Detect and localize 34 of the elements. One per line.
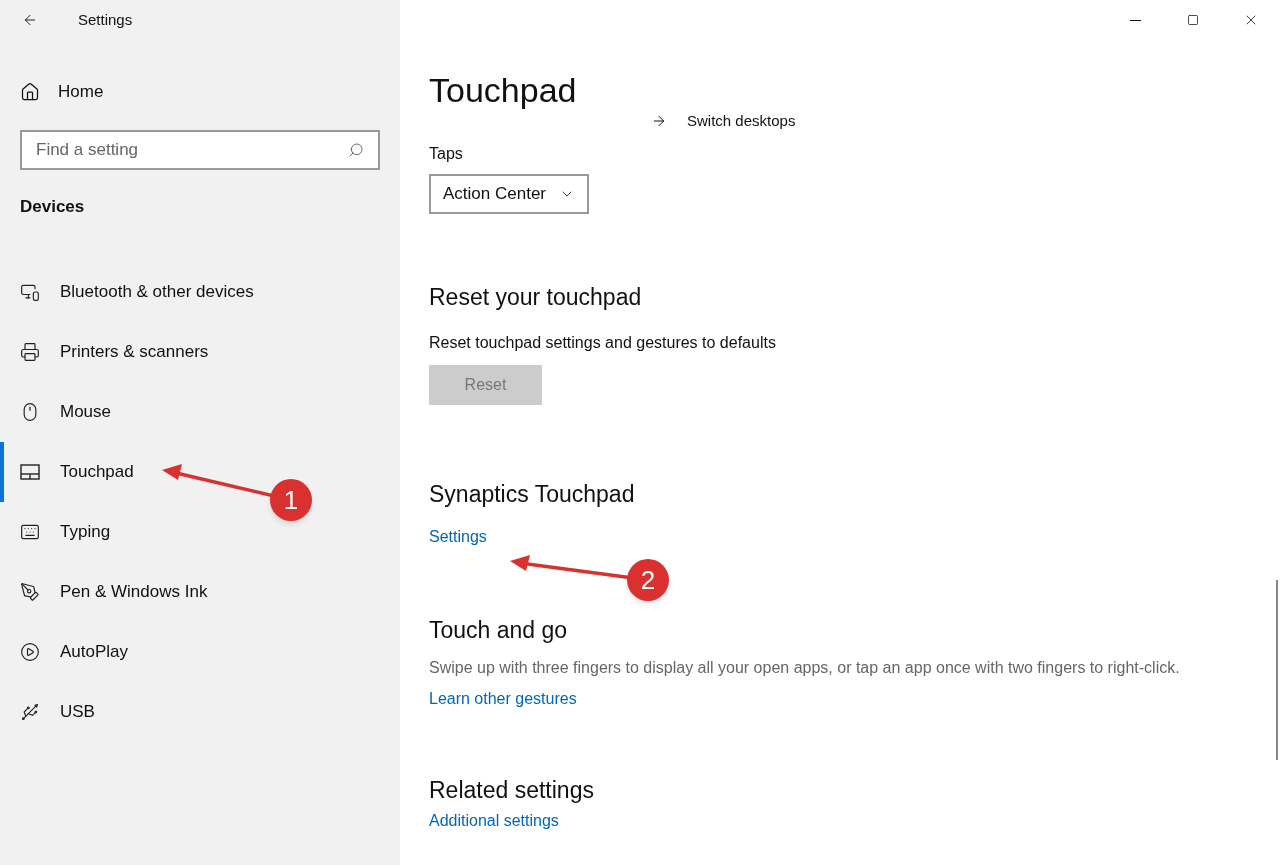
gestures-link[interactable]: Learn other gestures <box>429 686 577 711</box>
section-heading: Related settings <box>429 775 594 805</box>
gesture-label: Switch desktops <box>687 112 796 130</box>
settings-link[interactable]: Settings <box>429 525 487 549</box>
section-heading: Synaptics Touchpad <box>429 479 635 509</box>
nav-item[interactable]: Pen & Windows Ink <box>0 561 400 622</box>
touchpad-icon <box>20 463 40 480</box>
description-text: Swipe up with three fingers to display all your open apps, or tap an app once with two fingers to right-click. <box>429 657 1181 678</box>
section-heading: Touch and go <box>429 616 568 645</box>
nav-item[interactable]: USB <box>0 681 400 742</box>
description-text: Reset touchpad settings and gestures to defaults <box>429 332 776 353</box>
section-heading: Reset your touchpad <box>429 283 642 312</box>
nav-item[interactable]: AutoPlay <box>0 621 400 682</box>
back-arrow-icon <box>22 12 38 28</box>
window-title: Settings <box>78 9 133 30</box>
printer-icon <box>20 341 40 362</box>
additional-settings-link[interactable]: Additional settings <box>429 809 559 833</box>
usb-icon <box>20 701 40 722</box>
taps-label: Taps <box>429 144 463 164</box>
nav-item[interactable]: Printers & scanners <box>0 321 400 382</box>
home-icon <box>20 82 40 102</box>
search-field[interactable]: Find a setting <box>20 130 380 170</box>
scrollbar[interactable] <box>1276 580 1278 760</box>
page-title: Touchpad <box>429 70 577 111</box>
taps-dropdown[interactable]: Action Center <box>429 174 589 214</box>
home-link[interactable]: Home <box>20 72 400 112</box>
nav-item[interactable]: Mouse <box>0 381 400 442</box>
minimize-icon <box>1129 19 1141 21</box>
pen-icon <box>20 581 40 602</box>
section-heading: Devices <box>20 196 86 218</box>
play-icon <box>20 641 40 662</box>
nav-item[interactable]: Bluetooth & other devices <box>0 261 400 322</box>
maximize-icon <box>1187 14 1199 26</box>
search-icon <box>348 142 364 158</box>
